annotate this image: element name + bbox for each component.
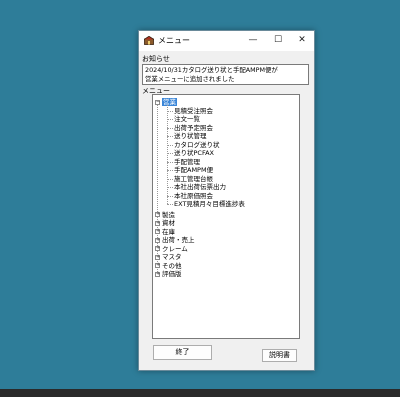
tree-connector-line xyxy=(167,204,173,205)
taskbar-strip xyxy=(0,389,400,397)
tree-root-item[interactable]: マスタ xyxy=(162,253,182,262)
tree-child-item[interactable]: 送り状管理 xyxy=(174,132,207,141)
tree-root-item[interactable]: 営業 xyxy=(162,98,177,107)
app-icon xyxy=(144,36,154,45)
minimize-button[interactable]: — xyxy=(244,33,262,48)
maximize-button[interactable]: ☐ xyxy=(269,33,287,48)
collapse-toggle-icon[interactable]: + xyxy=(155,246,160,251)
collapse-toggle-icon[interactable]: + xyxy=(155,229,160,234)
tree-child-item[interactable]: 施工管理台帳 xyxy=(174,175,213,184)
tree-connector-line xyxy=(167,178,173,180)
tree-child-item[interactable]: 手配AMPM便 xyxy=(174,166,213,175)
tree-root-item[interactable]: クレーム xyxy=(162,245,188,254)
tree-connector-line xyxy=(167,153,173,154)
tree-child-item[interactable]: 出荷予定照会 xyxy=(174,124,213,133)
tree-connector-line xyxy=(167,144,173,146)
tree-connector-line xyxy=(167,127,173,129)
exit-button[interactable]: 終了 xyxy=(153,345,212,360)
window-title: メニュー xyxy=(158,36,190,45)
tree-connector-line xyxy=(167,110,173,112)
tree-connector-line xyxy=(167,195,173,197)
tree-child-item[interactable]: 注文一覧 xyxy=(174,115,200,124)
close-window-button[interactable]: ✕ xyxy=(293,33,311,48)
notice-label: お知らせ xyxy=(142,55,170,63)
notice-text-box[interactable]: 2024/10/31カタログ送り状と手配AMPM便が 営業メニューに追加されまし… xyxy=(142,64,309,85)
tree-root-item[interactable]: その他 xyxy=(162,262,182,271)
tree-child-item[interactable]: 送り状PCFAX xyxy=(174,149,214,158)
tree-connector-line xyxy=(167,187,173,188)
tree-child-item[interactable]: 手配管理 xyxy=(174,158,200,167)
manual-button[interactable]: 説明書 xyxy=(262,349,297,362)
collapse-toggle-icon[interactable]: + xyxy=(155,263,160,268)
menu-tree[interactable]: − 営業 見積受注照会 注文一覧 出荷予定照会 送り状管理 カタログ送り状 送り状PCFAX 手… xyxy=(152,94,300,339)
title-bar[interactable]: メニュー — ☐ ✕ xyxy=(139,31,314,51)
tree-root-item[interactable]: 評価版 xyxy=(162,270,182,279)
collapse-toggle-icon[interactable]: + xyxy=(155,212,160,217)
collapse-toggle-icon[interactable]: + xyxy=(155,254,160,260)
tree-child-item[interactable]: 本社出荷伝票出力 xyxy=(174,183,226,192)
tree-root-label: 営業 xyxy=(162,98,177,106)
tree-connector-line xyxy=(167,136,173,137)
tree-root-item[interactable]: 在庫 xyxy=(162,228,175,237)
collapse-toggle-icon[interactable]: + xyxy=(155,220,160,226)
collapse-toggle-icon[interactable]: + xyxy=(155,237,160,243)
tree-root-item[interactable]: 製造 xyxy=(162,211,175,220)
tree-root-item[interactable]: 出荷・売上 xyxy=(162,236,195,245)
tree-root-item[interactable]: 資材 xyxy=(162,219,175,228)
tree-connector-line xyxy=(167,119,173,120)
tree-child-item[interactable]: 見積受注照会 xyxy=(174,107,213,116)
tree-child-item[interactable]: カタログ送り状 xyxy=(174,141,220,150)
collapse-toggle-icon[interactable]: + xyxy=(155,271,160,277)
menu-window: メニュー — ☐ ✕ お知らせ 2024/10/31カタログ送り状と手配AMPM… xyxy=(138,30,315,371)
expand-toggle-icon[interactable]: − xyxy=(155,99,160,105)
tree-connector-line xyxy=(167,170,173,171)
tree-child-item[interactable]: EXT見積月々目標進捗表 xyxy=(174,200,245,209)
tree-child-item[interactable]: 本社原価照会 xyxy=(174,192,213,201)
tree-connector-line xyxy=(167,161,173,163)
